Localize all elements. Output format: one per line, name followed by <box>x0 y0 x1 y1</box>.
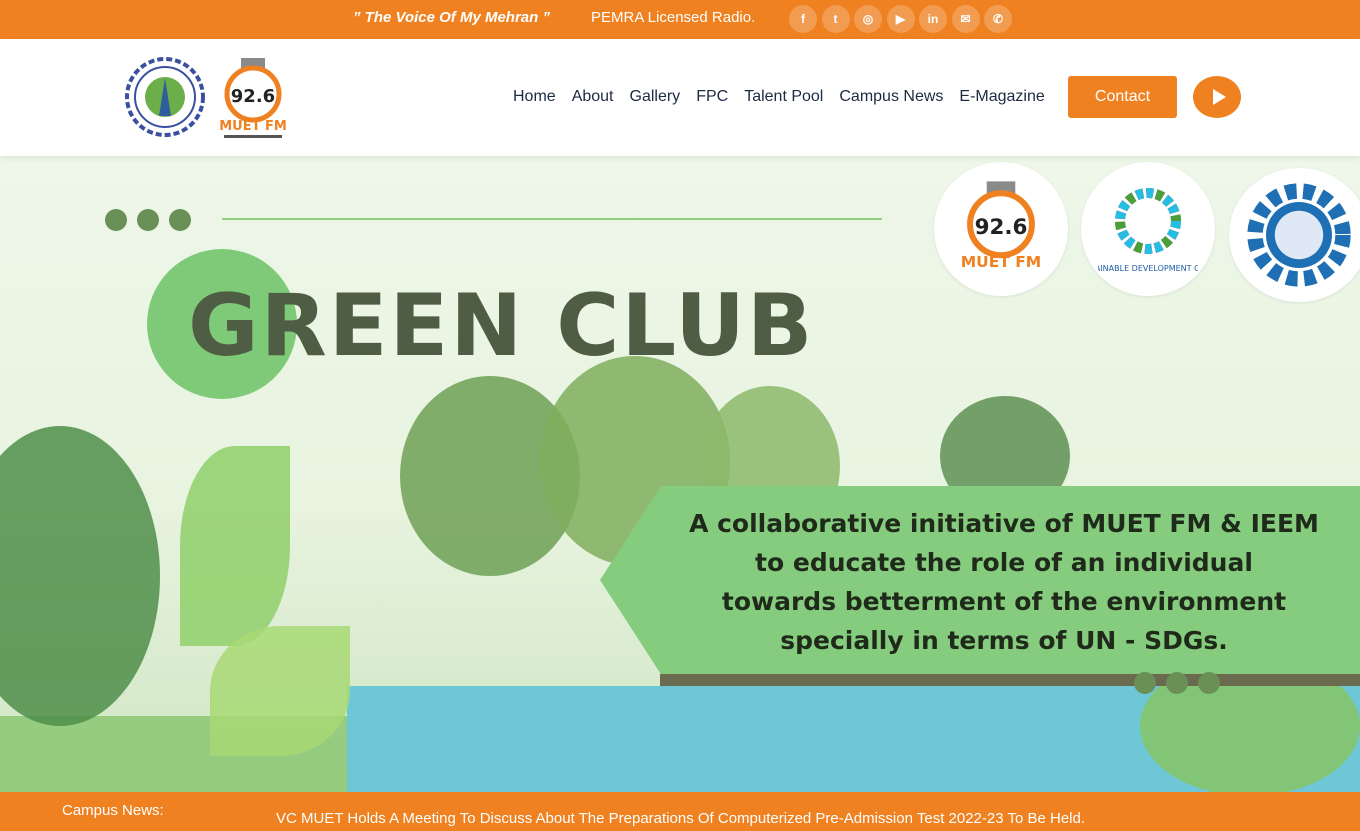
svg-text:MUET FM: MUET FM <box>961 253 1041 271</box>
youtube-icon[interactable]: ▶ <box>886 5 915 33</box>
decor-dots <box>105 209 191 231</box>
nav-campus-news[interactable]: Campus News <box>839 88 943 106</box>
muet-fm-logo: 92.6 MUET FM <box>961 181 1041 271</box>
play-radio-button[interactable] <box>1193 76 1241 118</box>
email-icon[interactable]: ✉ <box>951 5 980 33</box>
leaf-illustration <box>210 626 350 756</box>
twitter-icon[interactable]: t <box>821 5 850 33</box>
nav-talent-pool[interactable]: Talent Pool <box>744 88 823 106</box>
nav-home[interactable]: Home <box>513 88 556 106</box>
licensed-text: PEMRA Licensed Radio. <box>591 9 756 26</box>
partner-logo-sdg: SUSTAINABLE DEVELOPMENT GOALS <box>1081 162 1215 296</box>
ticker-headline[interactable]: VC MUET Holds A Meeting To Discuss About… <box>276 810 1085 827</box>
social-links: f t ◎ ▶ in ✉ ✆ <box>789 5 1012 33</box>
tagline: ” The Voice Of My Mehran ” <box>353 9 550 26</box>
hero-title: GREEN CLUB <box>188 276 815 376</box>
nav-about[interactable]: About <box>572 88 614 106</box>
sdg-wheel-icon: SUSTAINABLE DEVELOPMENT GOALS <box>1098 188 1198 273</box>
contact-button[interactable]: Contact <box>1068 76 1177 118</box>
hero-slider: GREEN CLUB 92.6 MUET FM SUSTAINABLE DEVE… <box>0 156 1360 792</box>
svg-text:SUSTAINABLE DEVELOPMENT GOALS: SUSTAINABLE DEVELOPMENT GOALS <box>1098 264 1198 273</box>
slider-dots[interactable] <box>1134 672 1220 694</box>
nav-fpc[interactable]: FPC <box>696 88 728 106</box>
svg-text:92.6: 92.6 <box>231 86 275 107</box>
nav-e-magazine[interactable]: E-Magazine <box>959 88 1044 106</box>
plant-illustration <box>0 426 160 726</box>
svg-text:MUET FM: MUET FM <box>219 119 287 134</box>
gear-logo-icon <box>1247 183 1351 287</box>
facebook-icon[interactable]: f <box>789 5 817 33</box>
decor-line <box>222 218 882 220</box>
nav-gallery[interactable]: Gallery <box>630 88 681 106</box>
banner-line: towards betterment of the environment <box>721 587 1287 616</box>
partner-logo-ieem <box>1229 168 1360 302</box>
initiative-text: A collaborative initiative of MUET FM & … <box>684 504 1324 660</box>
muet-fm-logo[interactable]: 92.6 MUET FM <box>216 56 290 140</box>
ticker-label: Campus News: <box>62 802 164 819</box>
instagram-icon[interactable]: ◎ <box>854 5 882 33</box>
ieem-logo[interactable] <box>124 56 206 138</box>
banner-line: to educate the role of an individual <box>755 548 1253 577</box>
phone-icon[interactable]: ✆ <box>984 5 1012 33</box>
main-nav: Home About Gallery FPC Talent Pool Campu… <box>513 88 1061 106</box>
banner-strip <box>660 674 1360 686</box>
play-icon <box>1212 89 1226 105</box>
news-ticker: Campus News: VC MUET Holds A Meeting To … <box>0 792 1360 831</box>
leaf-illustration <box>180 446 290 646</box>
svg-text:92.6: 92.6 <box>975 215 1028 240</box>
banner-line: A collaborative initiative of MUET FM & … <box>689 509 1319 538</box>
linkedin-icon[interactable]: in <box>919 5 947 33</box>
banner-line: specially in terms of UN - SDGs. <box>780 626 1228 655</box>
top-bar: ” The Voice Of My Mehran ” PEMRA License… <box>0 0 1360 39</box>
site-header: 92.6 MUET FM Home About Gallery FPC Tale… <box>0 39 1360 156</box>
partner-logo-muet-fm: 92.6 MUET FM <box>934 162 1068 296</box>
